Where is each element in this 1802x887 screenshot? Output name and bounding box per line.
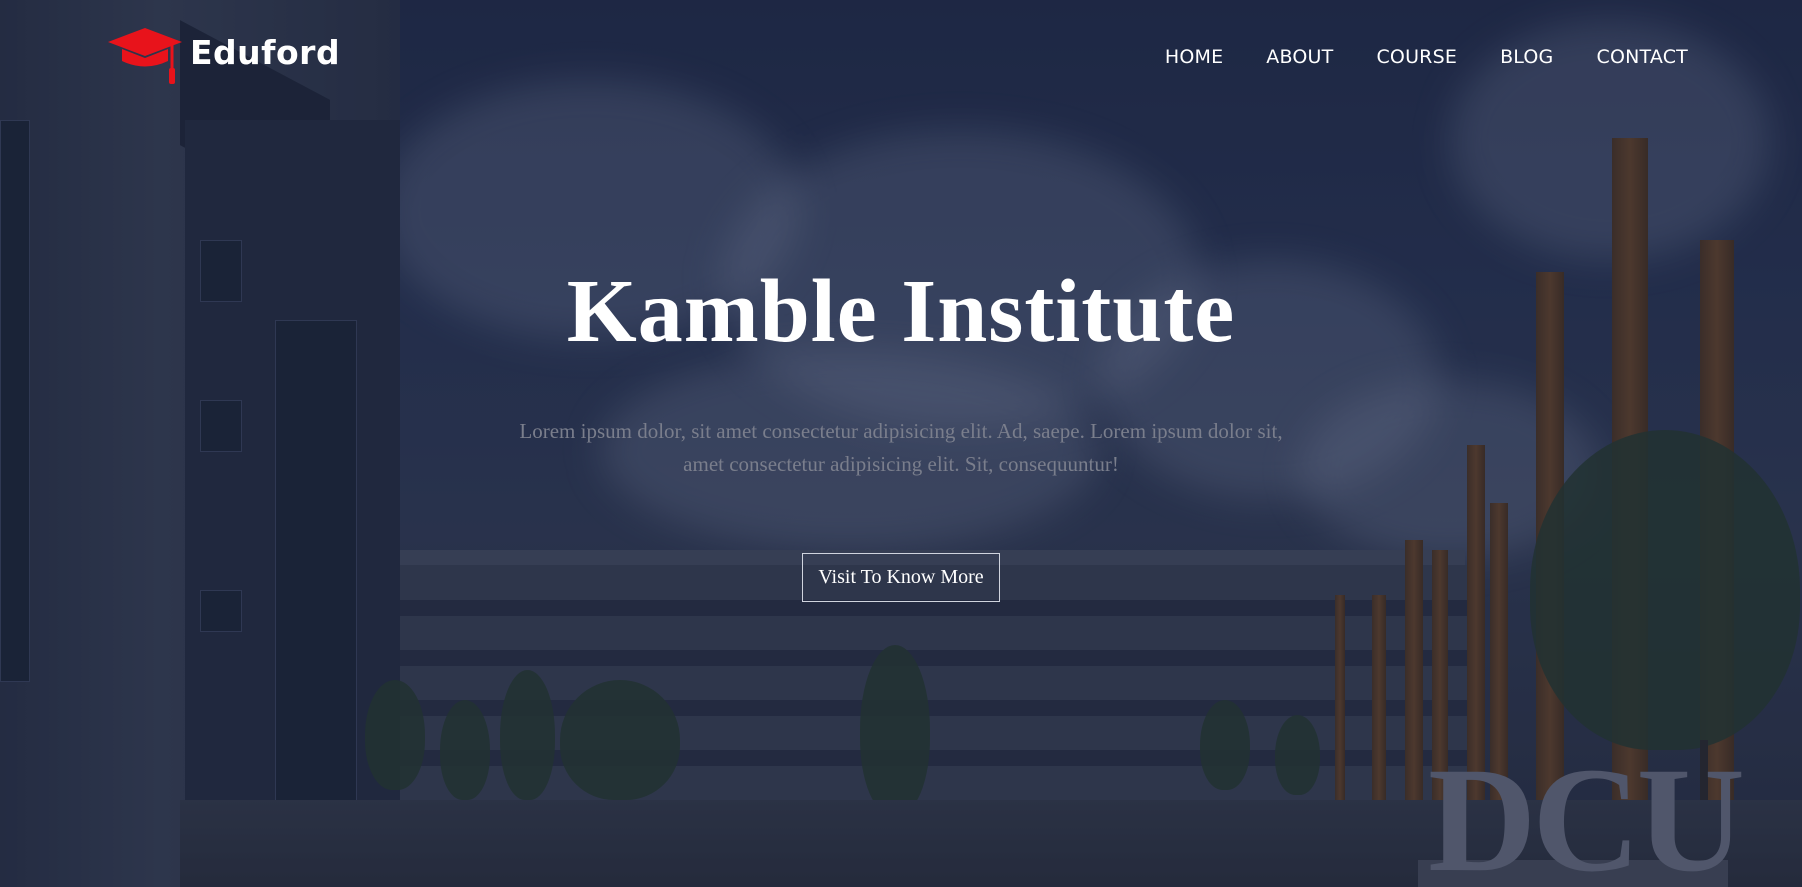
nav-item-blog[interactable]: BLOG: [1500, 46, 1553, 68]
nav-item-course[interactable]: COURSE: [1376, 46, 1457, 68]
visit-button[interactable]: Visit To Know More: [802, 553, 1000, 602]
site-logo[interactable]: Eduford: [108, 28, 340, 88]
hero-content: Kamble Institute Lorem ipsum dolor, sit …: [0, 262, 1802, 602]
hero-description: Lorem ipsum dolor, sit amet consectetur …: [519, 419, 1283, 476]
main-nav: HOME ABOUT COURSE BLOG CONTACT: [1165, 46, 1688, 68]
brand-name: Eduford: [190, 32, 341, 72]
hero-section: DCU Eduford HOME ABOUT COURSE BLOG CONTA…: [0, 0, 1802, 887]
graduation-cap-icon: [108, 28, 182, 84]
hero-title: Kamble Institute: [566, 262, 1236, 361]
nav-item-about[interactable]: ABOUT: [1266, 46, 1333, 68]
nav-item-contact[interactable]: CONTACT: [1596, 46, 1688, 68]
nav-item-home[interactable]: HOME: [1165, 46, 1223, 68]
